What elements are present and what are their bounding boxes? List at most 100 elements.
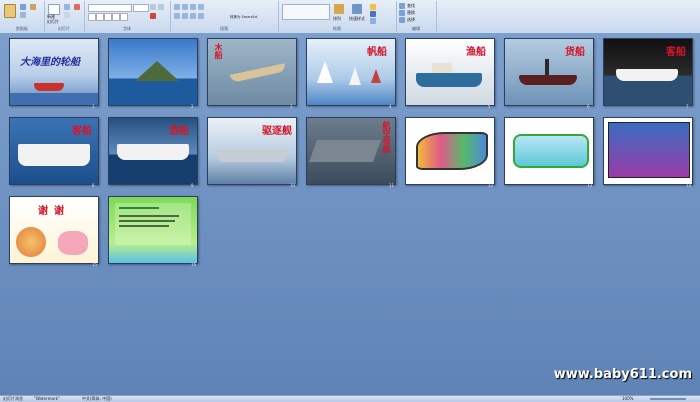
reset-icon[interactable]	[64, 12, 70, 18]
slide-thumbnail[interactable]: 货船	[504, 38, 594, 106]
replace-icon[interactable]	[399, 10, 405, 16]
shape-outline-icon[interactable]	[370, 11, 376, 17]
language-status: 中文(简体, 中国)	[82, 396, 112, 401]
justify-icon[interactable]	[198, 13, 204, 19]
slide-number: 4	[389, 104, 392, 109]
zoom-level[interactable]: 100%	[622, 396, 633, 402]
arrange-icon[interactable]	[334, 4, 344, 14]
slide-number: 2	[191, 104, 194, 109]
find-icon[interactable]	[399, 3, 405, 9]
strikethrough-icon[interactable]	[112, 13, 120, 21]
slide-thumbnail[interactable]: 木船	[207, 38, 297, 106]
slide-thumbnail[interactable]	[603, 117, 693, 185]
slide-thumbnail[interactable]: 驱逐舰	[207, 117, 297, 185]
replace-button[interactable]: 替换	[407, 10, 415, 15]
destroyer-image	[216, 150, 288, 162]
cartoon-image	[16, 227, 46, 257]
slide-title: 谢谢	[38, 206, 70, 217]
delete-icon[interactable]	[74, 4, 80, 10]
shrink-font-icon[interactable]	[158, 4, 164, 10]
slide-number: 12	[488, 183, 494, 188]
text-box	[115, 203, 191, 245]
sailboat-image	[371, 69, 381, 83]
ribbon-group-label: 编辑	[412, 26, 420, 31]
copy-icon[interactable]	[20, 12, 26, 18]
text-line	[119, 207, 159, 209]
slide-thumbnail[interactable]: 大海里的轮船	[9, 38, 99, 106]
slide-number: 11	[389, 183, 395, 188]
find-button[interactable]: 查找	[407, 3, 415, 8]
grow-font-icon[interactable]	[150, 4, 156, 10]
font-color-icon[interactable]	[150, 13, 156, 19]
cartoon-image	[58, 231, 88, 255]
cut-icon[interactable]	[20, 4, 26, 10]
slide-number: 8	[92, 183, 95, 188]
slide-number: 1	[92, 104, 95, 109]
paste-icon[interactable]	[4, 4, 16, 18]
ribbon-group-label: 幻灯片	[58, 26, 70, 31]
slide-thumbnail[interactable]: 游船	[108, 117, 198, 185]
slide-thumbnail[interactable]	[504, 117, 594, 185]
slide-sorter: 大海里的轮船 1 2 木船 3 帆船 4 渔船 5 货船 6 客船 7 客船 8	[0, 33, 700, 395]
align-left-icon[interactable]	[174, 13, 180, 19]
watermark-text: www.baby611.com	[553, 367, 692, 382]
layout-icon[interactable]	[64, 4, 70, 10]
smartart-button[interactable]: 转换为 SmartArt	[230, 15, 257, 20]
ocean-liner-image	[117, 144, 189, 160]
quick-styles-button[interactable]: 快速样式	[349, 16, 365, 21]
select-button[interactable]: 选择	[407, 17, 415, 22]
text-line	[119, 220, 175, 222]
font-name-select[interactable]	[88, 4, 132, 12]
slide-thumbnail[interactable]: 渔船	[405, 38, 495, 106]
quick-styles-icon[interactable]	[352, 4, 362, 14]
align-center-icon[interactable]	[182, 13, 188, 19]
wooden-boat-image	[229, 63, 287, 83]
slide-number: 9	[191, 183, 194, 188]
shape-fill-icon[interactable]	[370, 4, 376, 10]
slide-thumbnail[interactable]	[405, 117, 495, 185]
align-right-icon[interactable]	[190, 13, 196, 19]
slide-thumbnail[interactable]: 客船	[603, 38, 693, 106]
format-painter-icon[interactable]	[30, 4, 36, 10]
ribbon-group-paragraph: 转换为 SmartArt 段落	[170, 1, 279, 32]
child-drawing-image	[416, 132, 488, 170]
slide-thumbnail[interactable]: 航空母舰	[306, 117, 396, 185]
slide-title: 游船	[169, 126, 189, 137]
sailboat-image	[349, 67, 361, 85]
slide-thumbnail[interactable]	[108, 196, 198, 264]
text-line	[119, 215, 179, 217]
ship-image	[34, 83, 64, 91]
ribbon-group-editing: 查找 替换 选择 编辑	[396, 1, 437, 32]
cabin-image	[432, 63, 452, 73]
slide-thumbnail[interactable]: 帆船	[306, 38, 396, 106]
bold-icon[interactable]	[88, 13, 96, 21]
numbering-icon[interactable]	[182, 4, 188, 10]
select-icon[interactable]	[399, 17, 405, 23]
slide-thumbnail[interactable]	[108, 38, 198, 106]
italic-icon[interactable]	[96, 13, 104, 21]
shape-effects-icon[interactable]	[370, 18, 376, 24]
arrange-button[interactable]: 排列	[333, 16, 341, 21]
font-size-select[interactable]	[133, 4, 149, 12]
slide-number: 14	[686, 183, 692, 188]
slide-number: 10	[290, 183, 296, 188]
slide-title: 大海里的轮船	[20, 57, 80, 68]
increase-indent-icon[interactable]	[198, 4, 204, 10]
aircraft-carrier-image	[308, 140, 382, 162]
new-slide-button[interactable]: 新建 幻灯片	[47, 14, 59, 24]
view-status: 幻灯片浏览	[3, 396, 23, 401]
shapes-gallery[interactable]	[282, 4, 330, 20]
shadow-icon[interactable]	[120, 13, 128, 21]
sailboat-image	[317, 61, 333, 83]
decrease-indent-icon[interactable]	[190, 4, 196, 10]
slide-number: 16	[191, 262, 197, 267]
bullets-icon[interactable]	[174, 4, 180, 10]
zoom-slider[interactable]	[650, 398, 686, 400]
underline-icon[interactable]	[104, 13, 112, 21]
island-image	[135, 61, 179, 81]
slide-thumbnail[interactable]: 客船	[9, 117, 99, 185]
slide-thumbnail[interactable]: 谢谢	[9, 196, 99, 264]
ribbon-group-drawing: 排列 快速样式 绘图	[278, 1, 397, 32]
slide-number: 6	[587, 104, 590, 109]
sea-image	[10, 93, 98, 105]
